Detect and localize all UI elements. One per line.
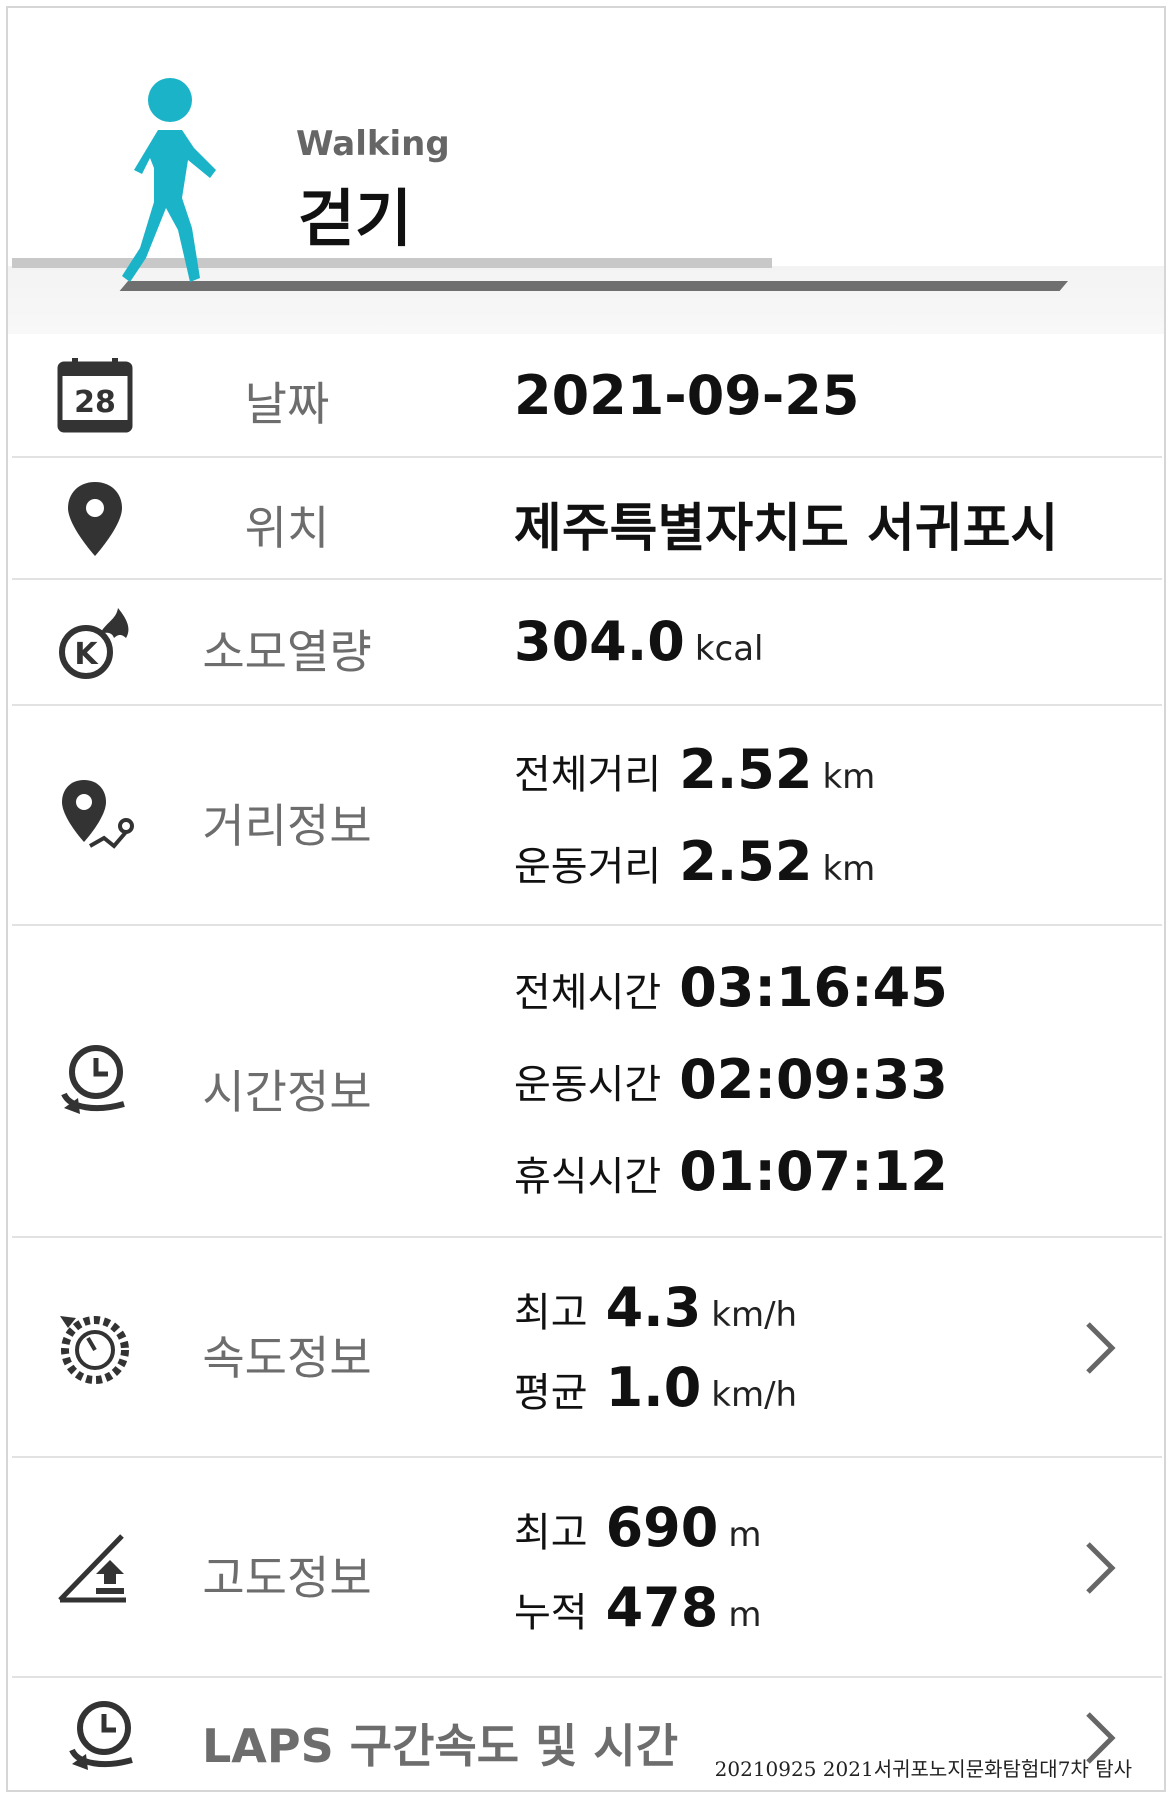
altitude-slope-icon bbox=[58, 1534, 126, 1603]
speed-avg-key: 평균 bbox=[514, 1370, 588, 1416]
speed-label: 속도정보 bbox=[202, 1331, 372, 1385]
time-exercise: 운동시간 02:09:33 bbox=[514, 1048, 948, 1111]
time-rest-value: 01:07:12 bbox=[679, 1140, 948, 1203]
altitude-cumulative-value: 478 bbox=[605, 1576, 719, 1639]
speed-max: 최고 4.3 km/h bbox=[514, 1276, 797, 1339]
altitude-max-value: 690 bbox=[605, 1496, 719, 1559]
distance-exercise-value: 2.52 bbox=[679, 830, 813, 893]
chevron-right-icon[interactable] bbox=[1080, 1538, 1120, 1598]
date-value: 2021-09-25 bbox=[514, 364, 860, 427]
calorie-fire-icon: K bbox=[59, 608, 129, 679]
calories-unit: kcal bbox=[694, 629, 764, 669]
distance-exercise-key: 운동거리 bbox=[514, 844, 662, 890]
date-row: 28 날짜 2021-09-25 bbox=[12, 334, 1162, 458]
walking-person-icon bbox=[122, 78, 216, 282]
altitude-cumulative-unit: m bbox=[728, 1595, 762, 1635]
floor-line-dark bbox=[119, 281, 1068, 291]
activity-detail-screen: Walking 걷기 28 날짜 2021-09-25 위치 제주특별자치도 서… bbox=[6, 6, 1166, 1792]
distance-exercise: 운동거리 2.52 km bbox=[514, 830, 875, 893]
svg-text:K: K bbox=[74, 637, 99, 672]
time-total-key: 전체시간 bbox=[514, 970, 662, 1016]
time-total-value: 03:16:45 bbox=[679, 956, 948, 1019]
speedometer-icon bbox=[60, 1316, 129, 1384]
activity-name-ko: 걷기 bbox=[298, 182, 413, 255]
distance-total-unit: km bbox=[822, 757, 876, 797]
speed-max-unit: km/h bbox=[711, 1295, 798, 1335]
altitude-cumulative-key: 누적 bbox=[514, 1590, 588, 1636]
calendar-day-text: 28 bbox=[74, 385, 116, 420]
calories-label: 소모열량 bbox=[202, 625, 372, 679]
time-label: 시간정보 bbox=[202, 1065, 372, 1119]
speed-max-value: 4.3 bbox=[605, 1276, 702, 1339]
speed-max-key: 최고 bbox=[514, 1290, 588, 1336]
map-pin-icon bbox=[68, 482, 122, 556]
date-label: 날짜 bbox=[244, 377, 330, 431]
time-total: 전체시간 03:16:45 bbox=[514, 956, 948, 1019]
location-value: 제주특별자치도 서귀포시 bbox=[514, 499, 1059, 559]
distance-row: 거리정보 전체거리 2.52 km 운동거리 2.52 km bbox=[12, 706, 1162, 926]
time-exercise-key: 운동시간 bbox=[514, 1062, 662, 1108]
altitude-label: 고도정보 bbox=[202, 1551, 372, 1605]
activity-name-en: Walking bbox=[296, 124, 450, 164]
distance-exercise-unit: km bbox=[822, 849, 876, 889]
altitude-cumulative: 누적 478 m bbox=[514, 1576, 761, 1639]
altitude-max-unit: m bbox=[728, 1515, 762, 1555]
altitude-row[interactable]: 고도정보 최고 690 m 누적 478 m bbox=[12, 1458, 1162, 1678]
distance-label: 거리정보 bbox=[202, 799, 372, 853]
time-rest: 휴식시간 01:07:12 bbox=[514, 1140, 948, 1203]
clock-cycle-icon bbox=[61, 1045, 125, 1114]
distance-total-value: 2.52 bbox=[679, 738, 813, 801]
calories-value: 304.0 bbox=[514, 610, 685, 673]
distance-total: 전체거리 2.52 km bbox=[514, 738, 875, 801]
chevron-right-icon[interactable] bbox=[1080, 1318, 1120, 1378]
time-rest-key: 휴식시간 bbox=[514, 1154, 662, 1200]
altitude-max: 최고 690 m bbox=[514, 1496, 761, 1559]
watermark-caption: 20210925 2021서귀포노지문화탐험대7차 탐사 bbox=[714, 1757, 1132, 1781]
speed-avg: 평균 1.0 km/h bbox=[514, 1356, 797, 1419]
calories-row: K 소모열량 304.0 kcal bbox=[12, 580, 1162, 706]
location-row: 위치 제주특별자치도 서귀포시 bbox=[12, 458, 1162, 580]
time-exercise-value: 02:09:33 bbox=[679, 1048, 948, 1111]
route-pin-icon bbox=[62, 780, 134, 849]
activity-header: Walking 걷기 bbox=[8, 8, 1164, 334]
distance-total-key: 전체거리 bbox=[514, 752, 662, 798]
laps-label: LAPS 구간속도 및 시간 bbox=[202, 1719, 679, 1773]
location-label: 위치 bbox=[244, 501, 330, 555]
speed-avg-value: 1.0 bbox=[605, 1356, 702, 1419]
calendar-icon: 28 bbox=[57, 358, 133, 433]
laps-row[interactable]: LAPS 구간속도 및 시간 20210925 2021서귀포노지문화탐험대7차… bbox=[12, 1678, 1162, 1790]
laps-clock-icon bbox=[69, 1701, 133, 1770]
time-row: 시간정보 전체시간 03:16:45 운동시간 02:09:33 휴식시간 01:07… bbox=[12, 926, 1162, 1238]
altitude-max-key: 최고 bbox=[514, 1510, 588, 1556]
speed-avg-unit: km/h bbox=[711, 1375, 798, 1415]
speed-row[interactable]: 속도정보 최고 4.3 km/h 평균 1.0 km/h bbox=[12, 1238, 1162, 1458]
calories-value-line: 304.0 kcal bbox=[514, 610, 763, 673]
